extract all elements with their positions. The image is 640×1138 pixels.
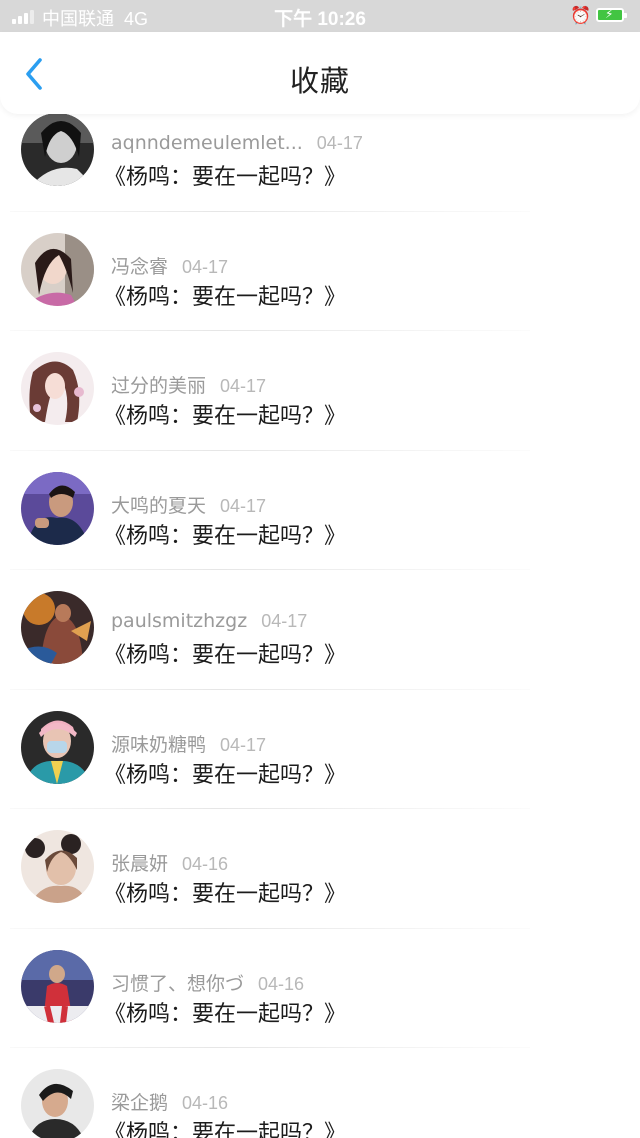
favorite-date: 04-16 (258, 973, 305, 994)
avatar[interactable] (21, 830, 94, 903)
favorite-author: paulsmitzhzgz 04-17 (111, 610, 307, 632)
author-name: 冯念睿 (111, 255, 169, 278)
author-name: 习惯了、想你づ (111, 972, 245, 995)
avatar[interactable] (21, 1069, 94, 1138)
author-name: 梁企鹅 (111, 1092, 169, 1114)
favorite-item[interactable]: 梁企鹅 04-16 《杨鸣：要在一起吗？》 (0, 1048, 640, 1138)
avatar[interactable] (21, 949, 94, 1023)
author-name: aqnndemeulemlet... (111, 132, 303, 154)
favorite-author: 梁企鹅 04-16 (111, 1088, 228, 1115)
avatar[interactable] (21, 710, 94, 784)
alarm-clock-icon: ⏰ (570, 6, 592, 25)
favorite-date: 04-17 (220, 376, 267, 396)
favorite-title: 《杨鸣：要在一起吗？》 (104, 404, 347, 429)
favorite-item[interactable]: paulsmitzhzgz 04-17 《杨鸣：要在一起吗？》 (0, 570, 640, 690)
favorite-date: 04-17 (220, 734, 267, 755)
avatar[interactable] (21, 113, 94, 186)
favorite-author: 大鸣的夏天 04-17 (111, 491, 266, 518)
favorite-title: 《杨鸣：要在一起吗？》 (104, 165, 347, 190)
favorite-author: 过分的美丽 04-17 (111, 371, 266, 398)
status-bar: 中国联通 4G 下午 10:26 ⏰ ⚡ (0, 0, 640, 32)
favorite-title: 《杨鸣：要在一起吗？》 (104, 762, 347, 788)
author-name: 大鸣的夏天 (111, 494, 207, 517)
author-name: 源味奶糖鸭 (111, 733, 207, 756)
favorite-date: 04-17 (182, 256, 229, 277)
favorite-date: 04-16 (182, 1093, 229, 1113)
favorite-date: 04-17 (316, 133, 363, 153)
favorite-item[interactable]: 习惯了、想你づ 04-16 《杨鸣：要在一起吗？》 (0, 929, 640, 1048)
favorite-date: 04-17 (261, 611, 308, 631)
favorite-title: 《杨鸣：要在一起吗？》 (104, 882, 347, 907)
favorite-author: 习惯了、想你づ 04-16 (111, 969, 304, 996)
favorite-item[interactable]: 冯念睿 04-17 《杨鸣：要在一起吗？》 (0, 212, 640, 331)
favorite-author: 张晨妍 04-16 (111, 849, 228, 876)
favorite-title: 《杨鸣：要在一起吗？》 (104, 523, 347, 549)
favorite-author: 源味奶糖鸭 04-17 (111, 730, 266, 757)
favorite-author: aqnndemeulemlet... 04-17 (111, 132, 363, 154)
favorite-title: 《杨鸣：要在一起吗？》 (104, 643, 347, 668)
favorite-item[interactable]: 源味奶糖鸭 04-17 《杨鸣：要在一起吗？》 (0, 690, 640, 809)
avatar[interactable] (21, 471, 94, 545)
favorite-title: 《杨鸣：要在一起吗？》 (104, 1001, 347, 1027)
favorite-date: 04-17 (220, 495, 267, 516)
favorite-title: 《杨鸣：要在一起吗？》 (104, 1121, 347, 1138)
favorite-date: 04-16 (182, 854, 229, 874)
navigation-bar: 收藏 (0, 32, 640, 114)
avatar[interactable] (21, 591, 94, 664)
favorite-item[interactable]: 过分的美丽 04-17 《杨鸣：要在一起吗？》 (0, 331, 640, 451)
avatar[interactable] (21, 232, 94, 306)
favorite-item[interactable]: 大鸣的夏天 04-17 《杨鸣：要在一起吗？》 (0, 451, 640, 570)
battery-charging-icon: ⚡ (596, 7, 627, 22)
page-title: 收藏 (289, 64, 350, 98)
favorite-author: 冯念睿 04-17 (111, 252, 228, 279)
favorite-item[interactable]: 张晨妍 04-16 《杨鸣：要在一起吗？》 (0, 809, 640, 929)
author-name: 过分的美丽 (111, 375, 207, 397)
author-name: paulsmitzhzgz (111, 610, 248, 632)
favorites-list: aqnndemeulemlet... 04-17 《杨鸣：要在一起吗？》 冯念睿 0… (0, 92, 640, 1138)
author-name: 张晨妍 (111, 853, 169, 875)
avatar[interactable] (21, 352, 94, 425)
status-time: 下午 10:26 (274, 9, 366, 30)
favorite-title: 《杨鸣：要在一起吗？》 (104, 284, 347, 310)
